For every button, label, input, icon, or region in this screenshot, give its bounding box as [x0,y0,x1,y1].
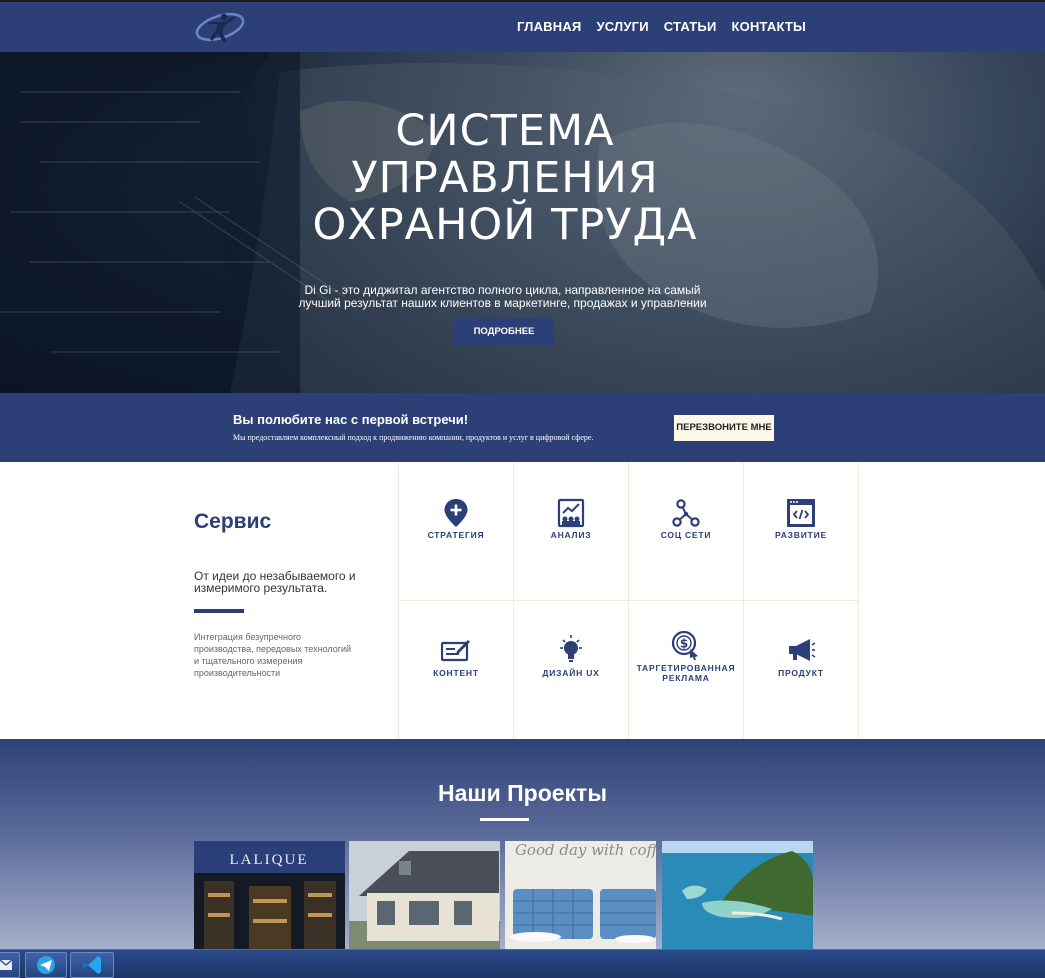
services-title: Сервис [194,510,272,533]
taskbar-mail-button[interactable] [0,952,20,978]
hero-title-line-1: СИСТЕМА [395,106,615,156]
telegram-icon [37,956,55,974]
service-label: СОЦ СЕТИ [660,530,712,540]
service-card-product[interactable]: ПРОДУКТ [744,601,859,739]
dollar-target-icon: $ [671,630,698,660]
callback-band: Вы полюбите нас с первой встречи! Мы пре… [0,393,1045,462]
callback-subtitle: Мы предоставляем комплексный подход к пр… [233,433,594,442]
project-image-island[interactable] [662,841,813,949]
services-section: Сервис От идеи до незабываемого и измери… [0,462,1045,739]
logo-icon[interactable] [194,8,246,46]
mail-icon [0,959,13,970]
hero-title: СИСТЕМА УПРАВЛЕНИЯ ОХРАНОЙ ТРУДА [260,108,750,249]
project-image-cafe[interactable]: Good day with coffee [505,841,656,949]
hero-section: СИСТЕМА УПРАВЛЕНИЯ ОХРАНОЙ ТРУДА Di Gi -… [0,52,1045,393]
island-aerial-image [662,841,813,949]
services-grid: СТРАТЕГИЯ АНАЛИЗ СОЦ СЕТИ РАЗВИТИЕ КОНТЕ… [398,462,859,739]
service-label: РАЗВИТИЕ [774,530,827,540]
hero-title-line-3: ОХРАНОЙ ТРУДА [312,200,698,250]
hero-title-line-2: УПРАВЛЕНИЯ [351,153,659,203]
service-label: ТАРГЕТИРОВАННАЯ РЕКЛАМА [636,663,736,683]
service-label: ПРОДУКТ [778,668,824,678]
project-image-house[interactable] [349,841,500,949]
taskbar-telegram-button[interactable] [25,952,67,978]
service-label: АНАЛИЗ [550,530,592,540]
lightbulb-icon [560,635,582,662]
network-nodes-icon [672,499,700,527]
nav-articles[interactable]: СТАТЬИ [664,19,717,34]
service-label: ДИЗАЙН UX [542,668,600,678]
house-image [349,841,500,949]
megaphone-icon [789,639,816,661]
site-header: ГЛАВНАЯ УСЛУГИ СТАТЬИ КОНТАКТЫ [0,2,1045,52]
projects-section: Наши Проекты LALIQUE Good day with cof [0,739,1045,949]
callback-title: Вы полюбите нас с первой встречи! [233,412,469,427]
more-button[interactable]: ПОДРОБНЕЕ [454,318,554,345]
analytics-chart-icon [557,498,585,528]
service-card-strategy[interactable]: СТРАТЕГИЯ [399,462,514,601]
os-taskbar [0,949,1045,978]
hero-description: Di Gi - это диджитал агентство полного ц… [298,283,707,310]
services-divider [194,609,244,613]
main-nav: ГЛАВНАЯ УСЛУГИ СТАТЬИ КОНТАКТЫ [517,19,806,34]
project-image-lalique[interactable]: LALIQUE [194,841,345,949]
service-card-social[interactable]: СОЦ СЕТИ [629,462,744,601]
services-description: Интеграция безупречного производства, пе… [194,632,352,678]
vscode-icon [83,956,101,974]
svg-text:$: $ [680,637,688,651]
taskbar-vscode-button[interactable] [70,952,114,978]
code-window-icon [787,499,815,527]
lalique-store-image: LALIQUE [194,841,345,949]
projects-title: Наши Проекты [438,780,607,806]
service-label: КОНТЕНТ [433,668,479,678]
callback-button[interactable]: ПЕРЕЗВОНИТЕ МНЕ [674,415,774,441]
service-card-analysis[interactable]: АНАЛИЗ [514,462,629,601]
edit-content-icon [441,640,470,662]
projects-divider [480,818,529,821]
location-pin-plus-icon [444,499,468,527]
nav-contacts[interactable]: КОНТАКТЫ [732,19,806,34]
services-subtitle: От идеи до незабываемого и измеримого ре… [194,569,356,595]
service-card-content[interactable]: КОНТЕНТ [399,601,514,739]
service-label: СТРАТЕГИЯ [427,530,485,540]
cafe-sign: Good day with coffee [515,841,656,859]
nav-services[interactable]: УСЛУГИ [596,19,648,34]
service-card-ux[interactable]: ДИЗАЙН UX [514,601,629,739]
service-card-targeted-ads[interactable]: $ ТАРГЕТИРОВАННАЯ РЕКЛАМА [629,601,744,739]
cafe-image: Good day with coffee [505,841,656,949]
lalique-sign: LALIQUE [230,852,309,868]
nav-home[interactable]: ГЛАВНАЯ [517,19,581,34]
service-card-development[interactable]: РАЗВИТИЕ [744,462,859,601]
